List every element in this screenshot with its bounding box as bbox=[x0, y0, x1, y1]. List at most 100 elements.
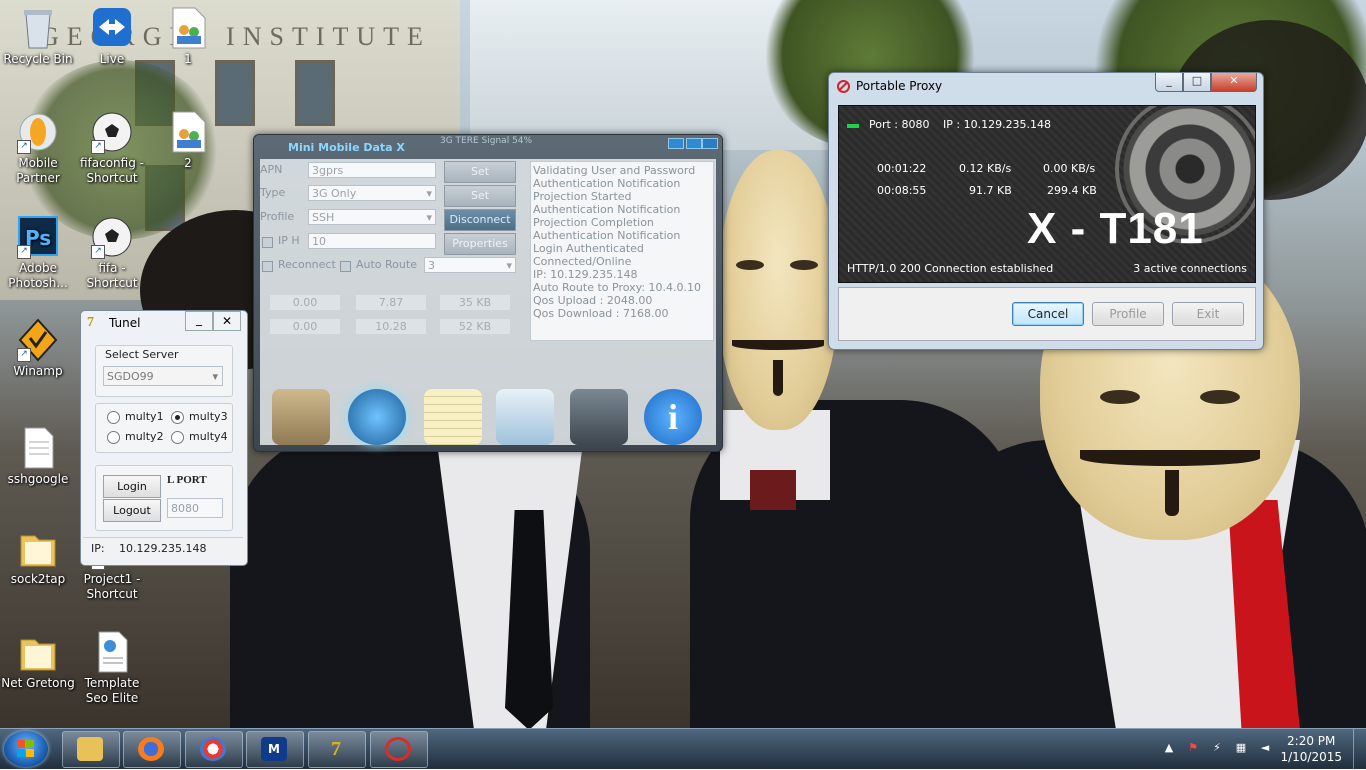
radio-multy2[interactable] bbox=[107, 431, 120, 444]
connection-log: Validating User and Password Authenticati… bbox=[530, 161, 714, 341]
desktop-icon-fifa[interactable]: ↗ fifa - Shortcut bbox=[74, 215, 150, 291]
desktop-icon-sock2tap[interactable]: sock2tap bbox=[0, 526, 76, 587]
tunel-window[interactable]: 7 Tunel _ ✕ Select Server SGDO99 ▾ multy1… bbox=[80, 310, 248, 566]
text-file-icon bbox=[17, 426, 59, 470]
volume-icon[interactable]: ◄ bbox=[1258, 741, 1272, 755]
auto-route-checkbox[interactable] bbox=[340, 261, 351, 272]
radio-multy4[interactable] bbox=[171, 431, 184, 444]
close-button[interactable] bbox=[702, 138, 718, 149]
radio-multy3[interactable] bbox=[171, 411, 184, 424]
stat-cell: 52 KB bbox=[440, 319, 510, 334]
stat-cell: 0.00 bbox=[270, 295, 340, 310]
lport-field[interactable]: 8080 bbox=[167, 498, 223, 518]
taskbar-firefox[interactable] bbox=[123, 731, 181, 768]
usb-device-icon[interactable]: ⚡ bbox=[1210, 741, 1224, 755]
type-select[interactable]: 3G Only ▾ bbox=[308, 185, 436, 201]
show-hidden-icons-button[interactable]: ▲ bbox=[1162, 741, 1176, 755]
minimize-button[interactable]: _ bbox=[1155, 73, 1183, 92]
desktop-icon-recycle-bin[interactable]: Recycle Bin bbox=[0, 6, 76, 67]
close-button[interactable]: ✕ bbox=[213, 311, 241, 331]
disconnect-button[interactable]: Disconnect bbox=[444, 209, 516, 231]
mini-mobile-data-x-window[interactable]: 3G TERE Signal 54% Mini Mobile Data X AP… bbox=[253, 134, 723, 452]
upload-total: 91.7 KB bbox=[969, 184, 1012, 197]
taskbar-portable-proxy[interactable] bbox=[370, 731, 428, 768]
reconnect-checkbox[interactable] bbox=[262, 261, 273, 272]
portable-proxy-window[interactable]: Portable Proxy _ □ ✕ Port : 8080 IP : 10… bbox=[828, 72, 1264, 350]
folder-icon bbox=[17, 526, 59, 570]
desktop-icon-net-gretong[interactable]: Net Gretong bbox=[0, 630, 76, 691]
notepad-icon[interactable] bbox=[424, 389, 482, 445]
status-bar: IP: 10.129.235.148 bbox=[83, 537, 243, 560]
desktop-icon-photoshop[interactable]: Ps ↗ Adobe Photosh... bbox=[0, 215, 76, 291]
clock[interactable]: 2:20 PM 1/10/2015 bbox=[1280, 733, 1342, 765]
users-doc-icon bbox=[167, 110, 209, 154]
terminal-icon[interactable] bbox=[570, 389, 628, 445]
show-desktop-button[interactable] bbox=[1353, 729, 1366, 769]
status-panel: Port : 8080 IP : 10.129.235.148 00:01:22… bbox=[838, 105, 1256, 283]
desktop-icon-fifaconfig[interactable]: ↗ fifaconfig - Shortcut bbox=[74, 110, 150, 186]
desktop-icon-sshgoogle[interactable]: sshgoogle bbox=[0, 426, 76, 487]
window-controls: _ □ ✕ bbox=[1155, 73, 1257, 92]
maximize-button[interactable]: □ bbox=[1183, 73, 1211, 92]
taskbar-m-app[interactable]: M bbox=[246, 731, 304, 768]
apn-field[interactable]: 3gprs bbox=[308, 162, 436, 178]
mail-icon[interactable] bbox=[496, 389, 554, 445]
set-type-button[interactable]: Set bbox=[444, 185, 516, 207]
taskbar-tunel[interactable]: 7 bbox=[308, 731, 366, 768]
profile-select[interactable]: SSH ▾ bbox=[308, 209, 436, 225]
chevron-down-icon: ▾ bbox=[426, 187, 432, 200]
radio-multy1[interactable] bbox=[107, 411, 120, 424]
stat-cell: 7.87 bbox=[356, 295, 426, 310]
window-title: Portable Proxy bbox=[856, 79, 943, 93]
desktop-icon-live[interactable]: Live bbox=[74, 6, 150, 67]
action-center-icon[interactable]: ⚑ bbox=[1186, 741, 1200, 755]
desktop-icon-winamp[interactable]: ↗ Winamp bbox=[0, 318, 76, 379]
exit-button[interactable]: Exit bbox=[1172, 302, 1244, 326]
taskbar-browser[interactable] bbox=[185, 731, 243, 768]
ip-value: 10.129.235.148 bbox=[119, 542, 207, 555]
folder-tool-icon[interactable] bbox=[272, 389, 330, 445]
server-label: Select Server bbox=[105, 348, 179, 361]
cancel-button[interactable]: Cancel bbox=[1012, 302, 1084, 326]
minimize-button[interactable]: _ bbox=[185, 311, 213, 331]
shortcut-arrow-icon: ↗ bbox=[17, 245, 31, 259]
chevron-down-icon: ▾ bbox=[426, 211, 432, 224]
network-icon[interactable]: ▦ bbox=[1234, 741, 1248, 755]
shortcut-arrow-icon: ↗ bbox=[17, 140, 31, 154]
close-button[interactable]: ✕ bbox=[1211, 73, 1257, 92]
maximize-button[interactable] bbox=[686, 138, 702, 149]
start-button[interactable] bbox=[4, 731, 48, 767]
auto-route-select[interactable]: 3 ▾ bbox=[424, 257, 516, 273]
chevron-down-icon: ▾ bbox=[506, 259, 512, 272]
m-app-icon: M bbox=[261, 737, 287, 761]
desktop-icon-2[interactable]: 2 bbox=[150, 110, 226, 171]
iph-field[interactable]: 10 bbox=[308, 233, 436, 249]
browser-icon bbox=[200, 737, 226, 761]
logout-button[interactable]: Logout bbox=[103, 499, 161, 522]
window-title: Mini Mobile Data X bbox=[288, 141, 405, 154]
server-select[interactable]: SGDO99 ▾ bbox=[103, 366, 223, 386]
proxy-stop-icon bbox=[385, 737, 411, 761]
main-panel: APN 3gprs Set Type 3G Only ▾ Set Profile … bbox=[260, 159, 716, 445]
wallpaper-window bbox=[295, 60, 335, 126]
minimize-button[interactable] bbox=[668, 138, 684, 149]
desktop-icon-1[interactable]: 1 bbox=[150, 6, 226, 67]
folder-icon bbox=[17, 630, 59, 674]
download-rate: 0.00 KB/s bbox=[1043, 162, 1096, 175]
set-apn-button[interactable]: Set bbox=[444, 161, 516, 183]
taskbar-explorer[interactable] bbox=[62, 731, 120, 768]
desktop-icon-template-seo-elite[interactable]: Template Seo Elite bbox=[74, 630, 150, 706]
active-connections: 3 active connections bbox=[1133, 262, 1247, 275]
total-time: 00:08:55 bbox=[877, 184, 927, 197]
properties-button[interactable]: Properties bbox=[444, 233, 516, 255]
iph-checkbox[interactable] bbox=[262, 237, 273, 248]
shortcut-arrow-icon: ↗ bbox=[91, 245, 105, 259]
globe-icon[interactable] bbox=[348, 389, 406, 445]
chevron-down-icon: ▾ bbox=[212, 370, 218, 383]
info-icon[interactable]: i bbox=[644, 389, 702, 445]
firefox-icon bbox=[138, 737, 164, 761]
login-button[interactable]: Login bbox=[103, 475, 161, 498]
soccer-ball-icon: ↗ bbox=[91, 110, 133, 154]
desktop-icon-mobile-partner[interactable]: ↗ Mobile Partner bbox=[0, 110, 76, 186]
profile-button[interactable]: Profile bbox=[1092, 302, 1164, 326]
